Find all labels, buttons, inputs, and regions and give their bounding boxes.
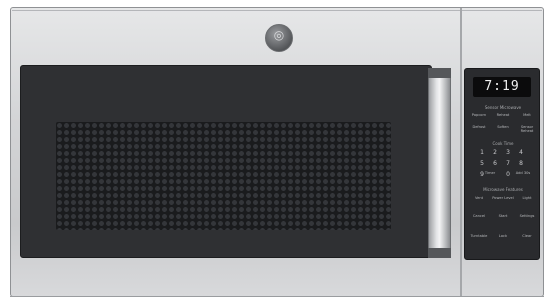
soften-button[interactable]: Soften xyxy=(492,125,514,134)
clock-time: 7:19 xyxy=(484,79,520,94)
add-30s-button[interactable]: Add 30s xyxy=(515,171,531,180)
timer-button[interactable]: Timer xyxy=(483,171,497,180)
handle-cap-top xyxy=(428,68,451,78)
settings-button[interactable]: Settings xyxy=(516,214,538,223)
section-title-sensor: Sensor Microwave xyxy=(484,105,522,110)
popcorn-button[interactable]: Popcorn xyxy=(468,113,490,122)
handle-cap-bottom xyxy=(428,248,451,258)
lock-button[interactable]: Lock xyxy=(492,234,514,243)
vent-button[interactable]: Vent xyxy=(468,196,490,205)
melt-button[interactable]: Melt xyxy=(516,113,538,122)
door-handle[interactable] xyxy=(428,68,451,258)
key-4[interactable]: 4 xyxy=(516,149,526,157)
key-2[interactable]: 2 xyxy=(490,149,500,157)
sensor-reheat-button[interactable]: Sensor Reheat xyxy=(516,125,538,134)
control-panel: 7:19 Sensor Microwave Popcorn Reheat Mel… xyxy=(464,68,540,260)
key-8[interactable]: 8 xyxy=(516,160,526,168)
power-level-button[interactable]: Power Level xyxy=(492,196,514,205)
key-3[interactable]: 3 xyxy=(503,149,513,157)
clock-display: 7:19 xyxy=(473,77,531,97)
light-button[interactable]: Light xyxy=(516,196,538,205)
bottom-edge xyxy=(10,296,544,297)
door-window-mesh xyxy=(56,122,391,230)
key-5[interactable]: 5 xyxy=(477,160,487,168)
key-0[interactable]: 0 xyxy=(503,171,513,179)
monogram-icon: ◎ xyxy=(265,24,293,52)
cancel-button[interactable]: Cancel xyxy=(468,214,490,223)
key-1[interactable]: 1 xyxy=(477,149,487,157)
clear-button[interactable]: Clear xyxy=(516,234,538,243)
top-vent-line xyxy=(12,10,542,11)
reheat-button[interactable]: Reheat xyxy=(492,113,514,122)
start-button[interactable]: Start xyxy=(492,214,514,223)
turntable-button[interactable]: Turntable xyxy=(468,234,490,243)
section-title-features: Microwave Features xyxy=(483,187,523,192)
logo-glyph: ◎ xyxy=(273,28,285,42)
panel-divider xyxy=(460,8,462,296)
defrost-button[interactable]: Defrost xyxy=(468,125,490,134)
section-title-cooktime: Cook Time xyxy=(492,141,514,146)
key-6[interactable]: 6 xyxy=(490,160,500,168)
key-7[interactable]: 7 xyxy=(503,160,513,168)
